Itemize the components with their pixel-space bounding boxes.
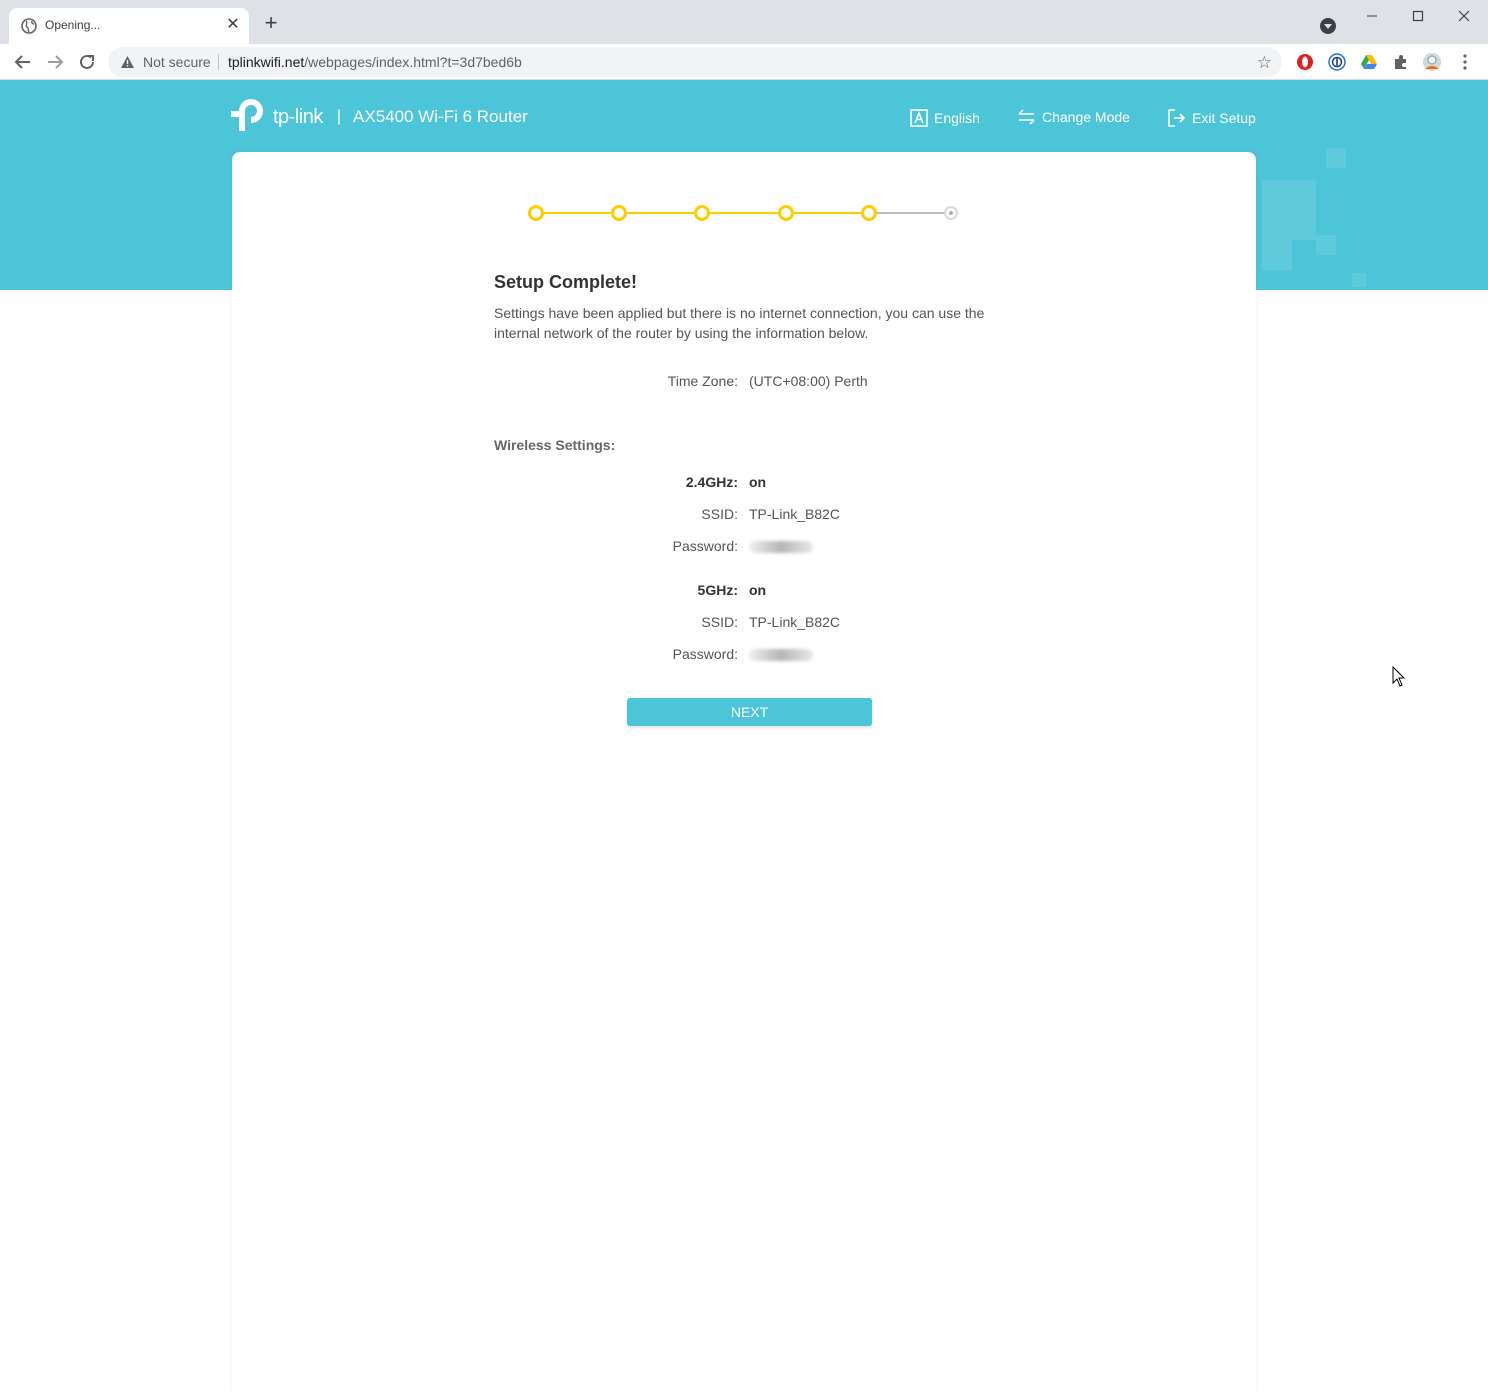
wireless-settings-label: Wireless Settings: [494,437,616,453]
new-tab-button[interactable]: + [260,12,282,34]
next-button[interactable]: NEXT [627,698,872,726]
time-zone-value: (UTC+08:00) Perth [749,373,868,389]
extensions-puzzle-icon[interactable] [1391,52,1411,72]
band-24-password-redacted [749,538,813,556]
logo-separator: | [336,108,342,125]
maximize-button[interactable] [1395,4,1441,28]
setup-description: Settings have been applied but there is … [494,305,985,341]
password-label: Password: [672,646,738,662]
exit-icon [1168,109,1186,127]
setup-card: Setup Complete! Settings have been appli… [232,152,1256,1392]
more-menu-icon[interactable] [1455,52,1475,72]
step-5 [861,205,877,221]
close-window-button[interactable] [1441,4,1487,28]
password-label: Password: [672,538,738,554]
warning-icon[interactable] [120,55,135,74]
url-host: tplinkwifi.net [228,54,305,70]
step-3 [694,205,710,221]
band-24-password-row: Password: [232,538,813,556]
profile-avatar[interactable] [1422,52,1442,72]
step-4 [778,205,794,221]
brand-header: tp-link | AX5400 Wi-Fi 6 Router [231,97,528,137]
ssid-label: SSID: [701,506,738,522]
password-manager-extension-icon[interactable] [1327,52,1347,72]
language-icon [910,109,928,127]
mouse-cursor-icon [1392,665,1406,693]
time-zone-label: Time Zone: [667,373,738,389]
band-24-label: 2.4GHz: [685,474,738,490]
band-24-status: on [749,474,767,490]
reload-icon[interactable] [75,50,99,74]
tp-link-logo-icon [231,97,269,138]
band-5-ssid-row: SSID: TP-Link_B82C [232,614,840,630]
band-24-ssid-row: SSID: TP-Link_B82C [232,506,840,522]
exit-setup-label: Exit Setup [1192,110,1256,126]
stepper-line-pending [869,212,952,214]
setup-summary: Setup Complete! Settings have been appli… [494,272,1014,343]
change-mode-label: Change Mode [1042,109,1130,125]
url-text[interactable]: tplinkwifi.net/webpages/index.html?t=3d7… [228,54,522,70]
change-mode-button[interactable]: Change Mode [1017,109,1130,125]
band-5-ssid: TP-Link_B82C [749,614,841,630]
url-path: /webpages/index.html?t=3d7bed6b [304,54,522,70]
forward-icon[interactable] [43,50,67,74]
opera-extension-icon[interactable] [1295,52,1315,72]
banner-decoration [1262,240,1292,270]
ssid-label: SSID: [701,614,738,630]
language-label: English [934,110,980,126]
address-bar[interactable]: Not secure tplinkwifi.net/webpages/index… [108,47,1282,77]
product-name: AX5400 Wi-Fi 6 Router [353,107,528,126]
band-5-row: 5GHz: on [232,582,767,598]
page-title: Setup Complete! [494,272,638,292]
tab-search-icon[interactable] [1320,18,1336,34]
band-5-status: on [749,582,767,598]
swap-icon [1018,109,1035,125]
band-5-label: 5GHz: [697,582,738,598]
not-secure-label[interactable]: Not secure [143,54,211,70]
back-icon[interactable] [11,50,35,74]
globe-icon [21,18,37,34]
band-24-ssid: TP-Link_B82C [749,506,841,522]
step-1 [528,205,544,221]
step-6 [944,206,958,220]
tab-close-icon[interactable]: ✕ [225,16,241,34]
browser-tab[interactable]: Opening... ✕ [9,8,249,44]
band-5-password-row: Password: [232,646,813,664]
address-separator [218,54,219,70]
tab-title: Opening... [45,18,101,32]
router-setup-page: tp-link | AX5400 Wi-Fi 6 Router English … [0,80,1488,1392]
banner-decoration [1316,235,1336,255]
banner-decoration [1326,148,1346,168]
language-selector[interactable]: English [910,109,980,127]
exit-setup-button[interactable]: Exit Setup [1167,109,1256,127]
band-24-row: 2.4GHz: on [232,474,766,490]
band-5-password-redacted [749,646,813,664]
bookmark-star-icon[interactable]: ☆ [1257,53,1272,73]
browser-tab-bar: Opening... ✕ + [0,0,1488,44]
banner-decoration [1262,180,1316,240]
minimize-button[interactable] [1349,4,1395,28]
logo-text: tp-link [273,105,323,128]
browser-toolbar: Not secure tplinkwifi.net/webpages/index… [0,44,1488,80]
banner-decoration [1352,273,1366,287]
progress-stepper [528,203,960,223]
drive-extension-icon[interactable] [1359,52,1379,72]
step-2 [611,205,627,221]
time-zone-row: Time Zone: (UTC+08:00) Perth [232,373,868,389]
